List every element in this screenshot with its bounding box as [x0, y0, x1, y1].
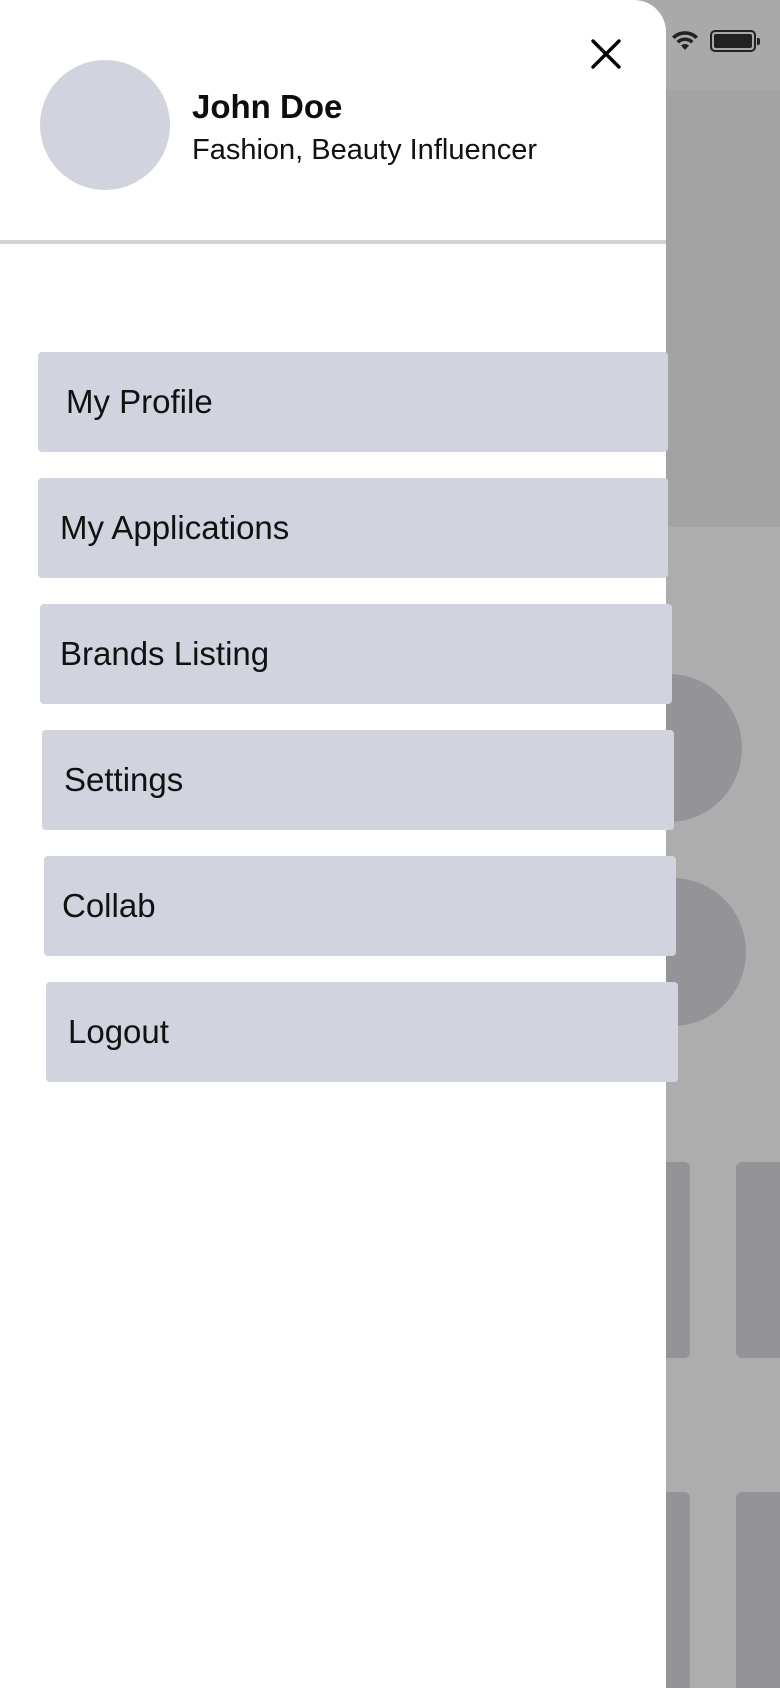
- menu-item-my-applications[interactable]: My Applications: [38, 478, 668, 578]
- menu-item-collab[interactable]: Collab: [44, 856, 676, 956]
- close-button[interactable]: [586, 36, 626, 76]
- menu-item-label: Settings: [64, 761, 184, 798]
- menu-item-label: My Applications: [60, 509, 290, 546]
- menu-item-label: Logout: [68, 1013, 169, 1050]
- background-card: [736, 1162, 780, 1358]
- menu-item-label: My Profile: [66, 383, 213, 420]
- profile-name: John Doe: [192, 88, 343, 125]
- menu-item-label: Collab: [62, 887, 156, 924]
- navigation-drawer: John Doe Fashion, Beauty Influencer: [0, 0, 666, 1688]
- menu-item-settings[interactable]: Settings: [42, 730, 674, 830]
- menu-item-my-profile[interactable]: My Profile: [38, 352, 668, 452]
- menu-item-brands-listing[interactable]: Brands Listing: [40, 604, 672, 704]
- background-card: [736, 1492, 780, 1688]
- close-icon: [590, 38, 622, 75]
- menu-item-logout[interactable]: Logout: [46, 982, 678, 1082]
- avatar[interactable]: [40, 60, 170, 190]
- battery-icon: [710, 30, 760, 52]
- wifi-icon: [670, 30, 700, 52]
- menu-item-label: Brands Listing: [60, 635, 270, 672]
- drawer-header: John Doe Fashion, Beauty Influencer: [0, 0, 666, 244]
- profile-role: Fashion, Beauty Influencer: [192, 134, 537, 166]
- status-icons: [670, 30, 760, 52]
